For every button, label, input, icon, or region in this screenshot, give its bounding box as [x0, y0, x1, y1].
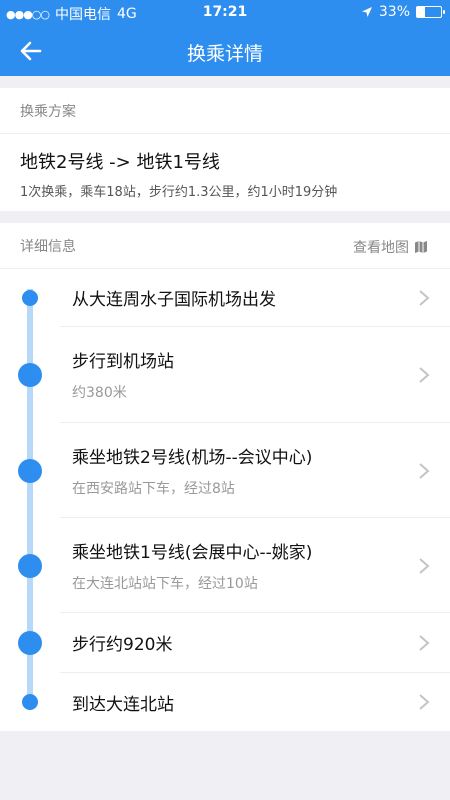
step-dot	[18, 631, 42, 655]
step-title: 从大连周水子国际机场出发	[72, 290, 276, 310]
step-title: 步行约920米	[72, 635, 173, 655]
route-steps: 从大连周水子国际机场出发 步行到机场站 约380米 乘坐地铁2号线(机场--会议…	[0, 269, 450, 731]
location-arrow-icon	[361, 7, 372, 17]
step-dot	[22, 694, 38, 710]
plan-title: 地铁2号线 -> 地铁1号线	[20, 152, 220, 173]
plan-section-header: 换乘方案	[0, 88, 450, 134]
view-map-label: 查看地图	[353, 240, 409, 256]
step-dot	[18, 458, 42, 483]
plan-description: 1次换乘，乘车18站，步行约1.3公里，约1小时19分钟	[20, 185, 338, 200]
route-step-line2[interactable]: 乘坐地铁2号线(机场--会议中心) 在西安路站下车，经过8站	[0, 423, 450, 518]
route-step-walk-to-station[interactable]: 步行到机场站 约380米	[0, 327, 450, 423]
route-step-line1[interactable]: 乘坐地铁1号线(会展中心--姚家) 在大连北站站下车，经过10站	[0, 518, 450, 613]
page-title: 换乘详情	[186, 43, 263, 65]
step-title: 到达大连北站	[72, 694, 174, 715]
step-title: 步行到机场站	[72, 352, 174, 372]
step-subtitle: 在大连北站站下车，经过10站	[72, 575, 258, 592]
chevron-right-icon	[419, 290, 430, 306]
step-title: 乘坐地铁1号线(会展中心--姚家)	[72, 542, 313, 563]
step-dot	[22, 290, 38, 306]
route-step-walk[interactable]: 步行约920米	[0, 613, 450, 673]
step-title: 乘坐地铁2号线(机场--会议中心)	[72, 447, 313, 468]
route-step-start[interactable]: 从大连周水子国际机场出发	[0, 269, 450, 327]
route-step-arrive[interactable]: 到达大连北站	[0, 673, 450, 731]
detail-section: 详细信息 查看地图 从大连周水子国际机场出发 步行到机场站 约380米 乘坐地铁…	[0, 223, 450, 731]
chevron-right-icon	[419, 635, 430, 651]
navigation-bar: 换乘详情	[0, 26, 450, 76]
chevron-right-icon	[419, 462, 430, 479]
chevron-right-icon	[419, 557, 430, 574]
detail-section-title: 详细信息	[20, 238, 76, 255]
battery-fill	[417, 7, 425, 17]
detail-section-header: 详细信息 查看地图	[0, 223, 450, 269]
map-icon	[415, 241, 427, 253]
battery-icon	[416, 6, 445, 18]
chevron-right-icon	[419, 367, 430, 383]
step-subtitle: 在西安路站下车，经过8站	[72, 480, 235, 497]
step-subtitle: 约380米	[72, 385, 127, 401]
chevron-right-icon	[419, 694, 430, 710]
plan-summary: 地铁2号线 -> 地铁1号线 1次换乘，乘车18站，步行约1.3公里，约1小时1…	[0, 134, 450, 211]
step-dot	[18, 363, 42, 387]
battery-percent: 33%	[378, 4, 410, 20]
view-map-link[interactable]: 查看地图	[353, 237, 428, 257]
plan-section: 换乘方案 地铁2号线 -> 地铁1号线 1次换乘，乘车18站，步行约1.3公里，…	[0, 88, 450, 211]
step-dot	[18, 553, 42, 578]
status-bar: ●●●○○ 中国电信 4G 17:21 33%	[0, 0, 450, 26]
